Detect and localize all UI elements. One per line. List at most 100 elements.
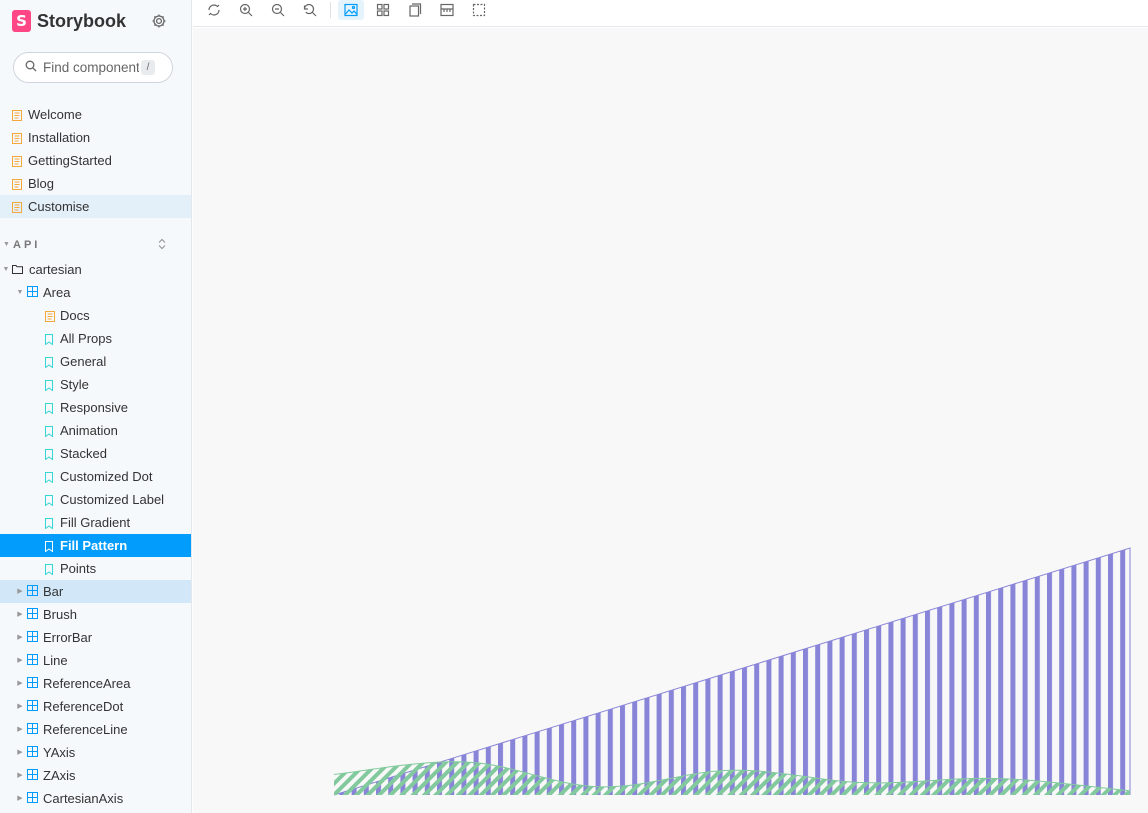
grid-icon[interactable]: [370, 0, 396, 20]
story-label: Customized Label: [60, 492, 165, 507]
component-label: ReferenceLine: [43, 722, 128, 737]
docs-nav-item-installation[interactable]: Installation: [0, 126, 191, 149]
docs-nav-label: Blog: [28, 176, 55, 191]
component-label: YAxis: [43, 745, 76, 760]
folder-label: cartesian: [29, 262, 82, 277]
component-item-referenceline[interactable]: ▶ ReferenceLine: [0, 718, 191, 741]
story-item-animation[interactable]: Animation: [0, 419, 191, 442]
chart-series-group: [333, 547, 1131, 796]
docs-nav-item-blog[interactable]: Blog: [0, 172, 191, 195]
story-item-customized-label[interactable]: Customized Label: [0, 488, 191, 511]
component-icon: [27, 584, 38, 599]
story-item-style[interactable]: Style: [0, 373, 191, 396]
story-item-docs[interactable]: Docs: [0, 304, 191, 327]
folder-icon: [12, 262, 23, 277]
story-label: Docs: [60, 308, 90, 323]
story-item-stacked[interactable]: Stacked: [0, 442, 191, 465]
bookmark-icon: [45, 379, 55, 391]
component-label: ReferenceArea: [43, 676, 131, 691]
storybook-logo: S: [12, 10, 31, 32]
reset-zoom-icon[interactable]: [297, 0, 323, 20]
story-label: Responsive: [60, 400, 128, 415]
story-label: General: [60, 354, 107, 369]
brand-name: Storybook: [37, 10, 127, 31]
component-label: ErrorBar: [43, 630, 93, 645]
docs-nav-item-welcome[interactable]: Welcome: [0, 103, 191, 126]
story-item-all-props[interactable]: All Props: [0, 327, 191, 350]
component-item-referencedot[interactable]: ▶ ReferenceDot: [0, 695, 191, 718]
component-item-bar[interactable]: ▶ Bar: [0, 580, 191, 603]
caret-right-icon: ▶: [17, 794, 23, 802]
component-label: Brush: [43, 607, 77, 622]
story-label: Stacked: [60, 446, 107, 461]
component-label: CartesianAxis: [43, 791, 124, 806]
component-caret-icon: ▼: [16, 288, 24, 296]
bookmark-icon: [45, 471, 55, 483]
component-item-brush[interactable]: ▶ Brush: [0, 603, 191, 626]
caret-right-icon: ▶: [17, 702, 23, 710]
section-label-api: API: [13, 239, 41, 251]
docs-nav-item-customise[interactable]: Customise: [0, 195, 191, 218]
story-item-points[interactable]: Points: [0, 557, 191, 580]
story-item-fill-gradient[interactable]: Fill Gradient: [0, 511, 191, 534]
component-area[interactable]: ▼ Area: [0, 281, 191, 304]
caret-right-icon: ▶: [17, 587, 23, 595]
story-item-responsive[interactable]: Responsive: [0, 396, 191, 419]
outline-icon[interactable]: [466, 0, 492, 20]
document-icon: [12, 178, 22, 190]
component-label: Line: [43, 653, 68, 668]
component-icon: [27, 607, 38, 622]
expand-collapse-icon[interactable]: [156, 237, 168, 251]
component-icon: [27, 745, 38, 760]
component-icon: [27, 676, 38, 691]
component-icon: [27, 722, 38, 737]
bookmark-icon: [45, 563, 55, 575]
search-box[interactable]: /: [13, 52, 173, 83]
document-icon: [45, 310, 55, 322]
component-icon: [27, 791, 38, 806]
bookmark-icon: [45, 540, 55, 552]
component-item-yaxis[interactable]: ▶ YAxis: [0, 741, 191, 764]
sidebar: S Storybook / Welcome Installation Getting…: [0, 0, 192, 813]
docs-nav-label: GettingStarted: [28, 153, 112, 168]
component-icon: [27, 768, 38, 783]
caret-right-icon: ▶: [17, 656, 23, 664]
component-item-zaxis[interactable]: ▶ ZAxis: [0, 764, 191, 787]
brand[interactable]: S Storybook: [12, 9, 126, 33]
component-item-line[interactable]: ▶ Line: [0, 649, 191, 672]
sync-icon[interactable]: [201, 0, 227, 20]
section-caret-icon[interactable]: ▼: [3, 241, 10, 248]
component-icon: [27, 285, 38, 300]
docs-nav-item-gettingstarted[interactable]: GettingStarted: [0, 149, 191, 172]
story-item-general[interactable]: General: [0, 350, 191, 373]
story-label: Points: [60, 561, 97, 576]
zoom-in-icon[interactable]: [233, 0, 259, 20]
zoom-out-icon[interactable]: [265, 0, 291, 20]
story-item-fill-pattern[interactable]: Fill Pattern: [0, 534, 191, 557]
viewport-icon[interactable]: [402, 0, 428, 20]
bookmark-icon: [45, 448, 55, 460]
component-label: Area: [43, 285, 71, 300]
caret-right-icon: ▶: [17, 725, 23, 733]
search-icon: [25, 59, 37, 77]
search-shortcut-badge: /: [141, 60, 155, 75]
folder-cartesian[interactable]: ▼ cartesian: [0, 258, 191, 281]
search-input[interactable]: [43, 60, 139, 75]
component-icon: [27, 630, 38, 645]
document-icon: [12, 155, 22, 167]
story-item-customized-dot[interactable]: Customized Dot: [0, 465, 191, 488]
folder-caret-icon: ▼: [2, 265, 10, 273]
component-item-cartesianaxis[interactable]: ▶ CartesianAxis: [0, 787, 191, 810]
component-item-errorbar[interactable]: ▶ ErrorBar: [0, 626, 191, 649]
docs-nav-label: Customise: [28, 199, 90, 214]
toolbar: [193, 0, 1148, 27]
component-label: Bar: [43, 584, 64, 599]
bookmark-icon: [45, 356, 55, 368]
settings-gear-icon[interactable]: [150, 12, 167, 29]
measure-icon[interactable]: [434, 0, 460, 20]
caret-right-icon: ▶: [17, 748, 23, 756]
toolbar-separator: [330, 2, 331, 18]
background-icon[interactable]: [338, 0, 364, 20]
component-item-referencearea[interactable]: ▶ ReferenceArea: [0, 672, 191, 695]
document-icon: [12, 201, 22, 213]
